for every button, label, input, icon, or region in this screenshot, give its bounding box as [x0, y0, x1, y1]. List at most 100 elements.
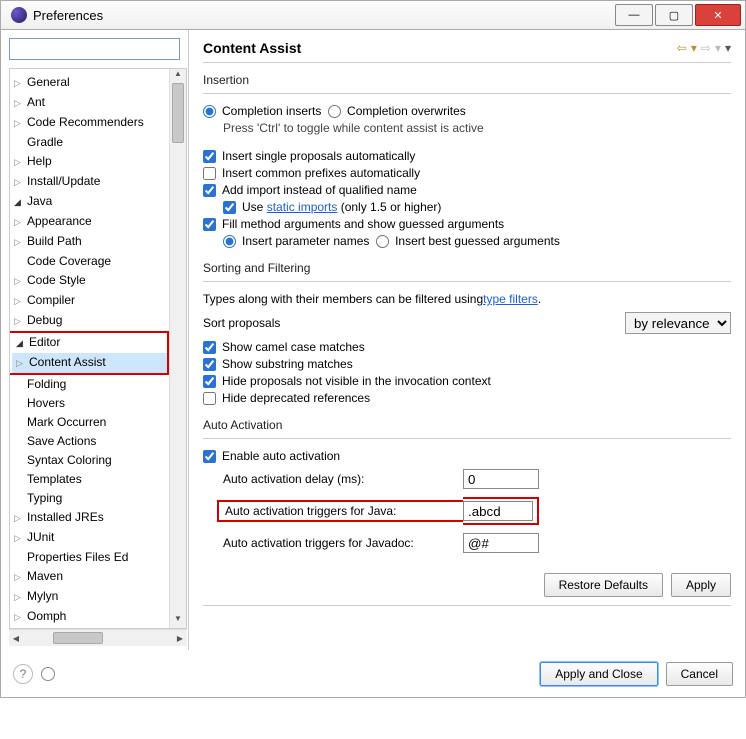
- use-static-imports-checkbox[interactable]: [223, 201, 236, 214]
- nav-menu-button[interactable]: ▾: [725, 41, 731, 55]
- tree-item[interactable]: ▷Build Path: [10, 232, 169, 252]
- insert-best-guessed-radio[interactable]: [376, 235, 389, 248]
- tree-item[interactable]: Syntax Coloring: [10, 451, 169, 470]
- chevron-down-icon[interactable]: ◢: [14, 193, 23, 212]
- tree-item[interactable]: ▷JUnit: [10, 528, 169, 548]
- chevron-right-icon[interactable]: ▷: [14, 568, 23, 587]
- tree-item[interactable]: ▷ General: [10, 73, 169, 93]
- cancel-button[interactable]: Cancel: [666, 662, 733, 686]
- nav-back-button[interactable]: ⇦: [677, 41, 687, 55]
- insert-best-guessed-label: Insert best guessed arguments: [395, 234, 560, 248]
- scroll-thumb[interactable]: [172, 83, 184, 143]
- tree-item[interactable]: ▷Oomph: [10, 607, 169, 627]
- chevron-right-icon[interactable]: ▷: [14, 153, 23, 172]
- insert-parameter-names-radio[interactable]: [223, 235, 236, 248]
- tree-item[interactable]: Templates: [10, 470, 169, 489]
- chevron-right-icon[interactable]: ▷: [14, 588, 23, 607]
- tree-item[interactable]: Typing: [10, 489, 169, 508]
- chevron-right-icon[interactable]: ▷: [14, 94, 23, 113]
- fill-method-args-checkbox[interactable]: [203, 218, 216, 231]
- tree-item-label: Maven: [27, 569, 63, 583]
- tree-item[interactable]: Gradle: [10, 133, 169, 152]
- tree-item[interactable]: ▷ Code Recommenders: [10, 113, 169, 133]
- close-button[interactable]: ✕: [695, 4, 741, 26]
- completion-overwrites-radio[interactable]: [328, 105, 341, 118]
- show-substring-checkbox[interactable]: [203, 358, 216, 371]
- tree-item[interactable]: ▷Mylyn: [10, 587, 169, 607]
- tree-item-label: Code Coverage: [27, 254, 111, 268]
- tree-item[interactable]: ▷Compiler: [10, 291, 169, 311]
- chevron-right-icon[interactable]: ▷: [14, 529, 23, 548]
- tree-item[interactable]: Properties Files Ed: [10, 548, 169, 567]
- tree-horizontal-scrollbar[interactable]: ◀ ▶: [9, 629, 187, 646]
- hscroll-thumb[interactable]: [53, 632, 103, 644]
- hide-proposals-checkbox[interactable]: [203, 375, 216, 388]
- chevron-right-icon[interactable]: ▷: [14, 233, 23, 252]
- tree-item[interactable]: Code Coverage: [10, 252, 169, 271]
- show-camel-checkbox[interactable]: [203, 341, 216, 354]
- tree-item[interactable]: Mark Occurren: [10, 413, 169, 432]
- scroll-down-arrow[interactable]: ▼: [170, 614, 186, 628]
- tree-item[interactable]: ▷Help: [10, 152, 169, 172]
- insert-single-proposals-checkbox[interactable]: [203, 150, 216, 163]
- restore-defaults-button[interactable]: Restore Defaults: [544, 573, 663, 597]
- preferences-tree[interactable]: ▷General▷Ant▷Code RecommendersGradle▷Hel…: [10, 69, 169, 628]
- enable-auto-activation-checkbox[interactable]: [203, 450, 216, 463]
- auto-javadoc-input[interactable]: [463, 533, 539, 553]
- tree-item[interactable]: ▷Install/Update: [10, 172, 169, 192]
- auto-java-input[interactable]: [463, 501, 533, 521]
- insert-common-prefixes-checkbox[interactable]: [203, 167, 216, 180]
- enable-auto-activation-label: Enable auto activation: [222, 449, 340, 463]
- scroll-up-arrow[interactable]: ▲: [170, 69, 186, 83]
- nav-forward-button[interactable]: ⇨: [701, 41, 711, 55]
- chevron-right-icon[interactable]: ▷: [14, 509, 23, 528]
- help-icon[interactable]: ?: [13, 664, 33, 684]
- nav-forward-menu[interactable]: ▾: [715, 41, 721, 55]
- tree-item[interactable]: ▷Run/Debug: [10, 627, 169, 628]
- tree-item[interactable]: ◢Editor: [12, 333, 167, 353]
- completion-inserts-radio[interactable]: [203, 105, 216, 118]
- add-import-checkbox[interactable]: [203, 184, 216, 197]
- chevron-right-icon[interactable]: ▷: [14, 312, 23, 331]
- tree-item-label: General: [27, 75, 70, 89]
- tree-item-label: Folding: [27, 377, 66, 391]
- tree-item[interactable]: ▷Ant: [10, 93, 169, 113]
- chevron-right-icon[interactable]: ▷: [14, 608, 23, 627]
- use-static-pre: Use: [242, 200, 267, 214]
- tree-item[interactable]: ▷Content Assist: [12, 353, 167, 373]
- scroll-left-arrow[interactable]: ◀: [9, 634, 23, 643]
- maximize-button[interactable]: ▢: [655, 4, 693, 26]
- type-filters-link[interactable]: type filters: [483, 292, 538, 306]
- chevron-right-icon[interactable]: ▷: [14, 173, 23, 192]
- tree-item[interactable]: Hovers: [10, 394, 169, 413]
- titlebar: Preferences — ▢ ✕: [0, 0, 746, 30]
- tree-item[interactable]: ▷Appearance: [10, 212, 169, 232]
- apply-button[interactable]: Apply: [671, 573, 731, 597]
- tree-item[interactable]: Folding: [10, 375, 169, 394]
- tree-item[interactable]: ▷Installed JREs: [10, 508, 169, 528]
- tree-item[interactable]: ▷Debug: [10, 311, 169, 331]
- tree-item-label: Hovers: [27, 396, 65, 410]
- chevron-right-icon[interactable]: ▷: [14, 114, 23, 133]
- scroll-right-arrow[interactable]: ▶: [173, 634, 187, 643]
- static-imports-link[interactable]: static imports: [267, 200, 338, 214]
- minimize-button[interactable]: —: [615, 4, 653, 26]
- tree-item[interactable]: ▷Code Style: [10, 271, 169, 291]
- filter-input[interactable]: [9, 38, 180, 60]
- chevron-right-icon[interactable]: ▷: [14, 213, 23, 232]
- tree-item[interactable]: ◢Java: [10, 192, 169, 212]
- auto-delay-input[interactable]: [463, 469, 539, 489]
- sort-proposals-combo[interactable]: by relevance: [625, 312, 731, 334]
- tree-vertical-scrollbar[interactable]: ▲ ▼: [169, 69, 186, 628]
- chevron-right-icon[interactable]: ▷: [14, 272, 23, 291]
- chevron-right-icon[interactable]: ▷: [14, 74, 23, 93]
- chevron-right-icon[interactable]: ▷: [14, 292, 23, 311]
- apply-and-close-button[interactable]: Apply and Close: [540, 662, 657, 686]
- chevron-down-icon[interactable]: ◢: [16, 334, 25, 353]
- nav-back-menu[interactable]: ▾: [691, 41, 697, 55]
- chevron-right-icon[interactable]: ▷: [16, 354, 25, 373]
- tree-item[interactable]: ▷ Maven: [10, 567, 169, 587]
- hide-deprecated-checkbox[interactable]: [203, 392, 216, 405]
- tree-item-label: Code Recommenders: [27, 115, 144, 129]
- tree-item[interactable]: Save Actions: [10, 432, 169, 451]
